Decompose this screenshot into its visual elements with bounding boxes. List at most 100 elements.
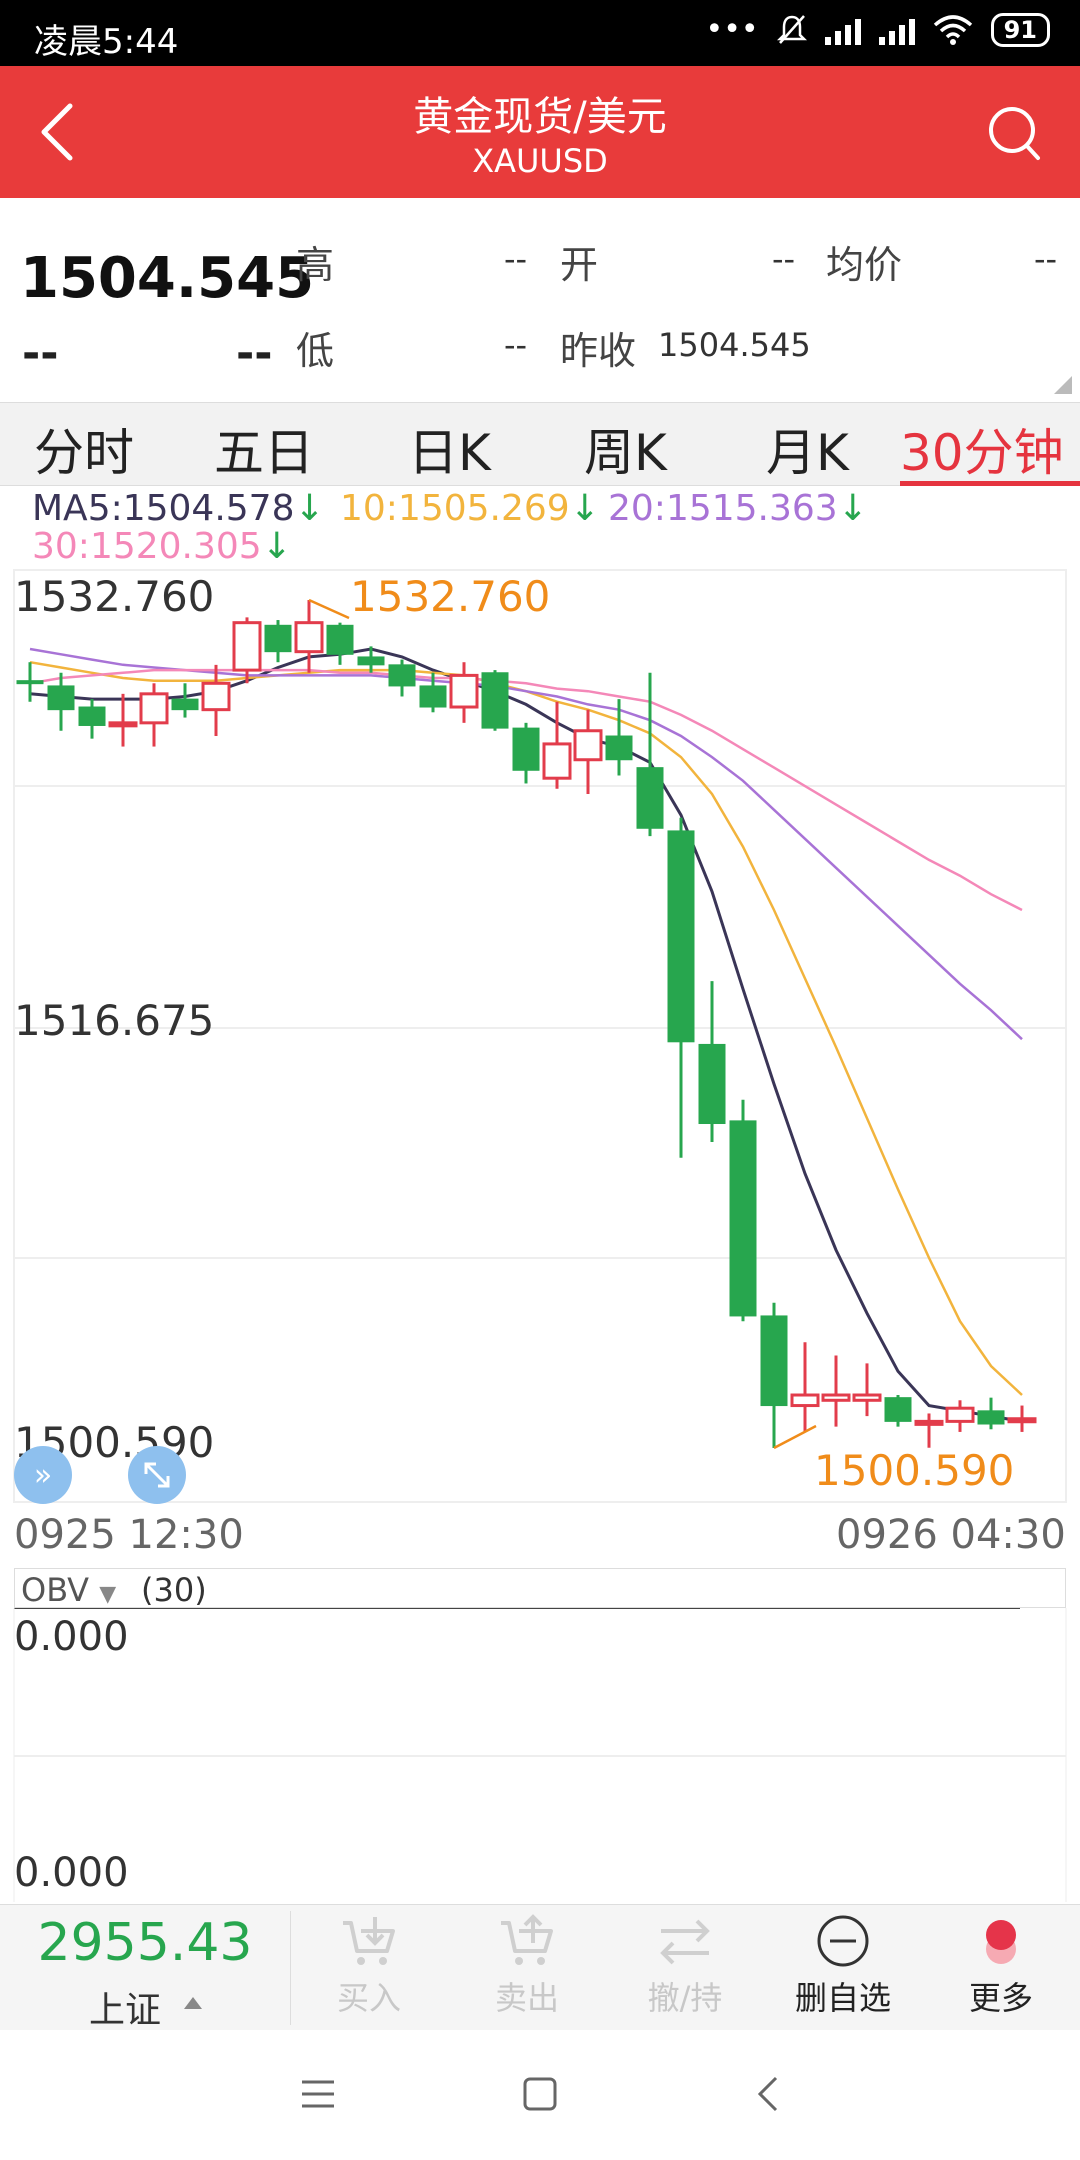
high-label: 高	[296, 243, 335, 287]
app-header: 黄金现货/美元 XAUUSD	[0, 66, 1080, 198]
more-button[interactable]: 更多	[926, 1913, 1076, 2029]
candle-body	[294, 621, 324, 654]
indicator-dropdown[interactable]: OBV ▼	[21, 1571, 116, 1609]
candle-body	[667, 830, 695, 1043]
open-value: --	[772, 240, 796, 278]
page-title: 黄金现货/美元	[413, 94, 667, 140]
more-dots-icon: •••	[705, 12, 759, 47]
remove-watchlist-button[interactable]: 删自选	[768, 1913, 918, 2029]
low-value: --	[504, 326, 528, 364]
candle-body	[698, 1043, 726, 1125]
tab-five-day[interactable]: 五日	[214, 413, 314, 485]
tab-month-k[interactable]: 月K	[766, 413, 849, 485]
candle-body	[388, 664, 416, 687]
avg-label: 均价	[826, 243, 903, 287]
candle-body	[852, 1393, 882, 1402]
candle-body	[449, 673, 479, 709]
candle-body	[1007, 1417, 1037, 1424]
cancel-hold-button[interactable]: 撤/持	[610, 1913, 760, 2029]
menu-icon[interactable]	[298, 2076, 338, 2112]
candle-body	[264, 624, 292, 653]
candle-body	[47, 685, 75, 711]
page-subtitle: XAUUSD	[472, 142, 608, 180]
swap-arrows-icon	[660, 1919, 710, 1965]
buy-button[interactable]: 买入	[294, 1913, 444, 2029]
candle-body	[78, 706, 106, 726]
max-marker-line	[308, 598, 350, 620]
indicator-selector-bar[interactable]: OBV ▼ (30)	[14, 1568, 1066, 1609]
signal-icon	[824, 15, 861, 45]
bottom-toolbar: 2955.43 上证 买入 卖出 撤/持 删自选 更多	[0, 1904, 1080, 2033]
price-change: --	[22, 328, 59, 379]
candle-body	[542, 742, 572, 780]
obv-chart	[13, 1608, 1067, 1902]
candle-body	[760, 1315, 788, 1407]
status-bar: 凌晨5:44 ••• 91	[0, 0, 1080, 66]
sell-button[interactable]: 卖出	[452, 1913, 602, 2029]
cart-down-icon	[343, 1917, 395, 1965]
tab-week-k[interactable]: 周K	[584, 413, 667, 485]
search-icon[interactable]	[986, 104, 1042, 164]
battery-indicator: 91	[990, 12, 1050, 47]
candle-body	[326, 624, 354, 655]
tab-day-k[interactable]: 日K	[408, 413, 491, 485]
fast-forward-icon[interactable]: »	[14, 1446, 72, 1504]
candle-body	[729, 1120, 757, 1317]
minus-circle-icon	[817, 1915, 869, 1967]
signal-icon-2	[878, 15, 915, 45]
caret-up-icon[interactable]	[184, 1997, 202, 2009]
system-nav-bar	[0, 2030, 1080, 2160]
candle-body	[419, 685, 447, 708]
candle-body	[605, 735, 633, 761]
status-time: 凌晨5:44	[34, 22, 179, 62]
index-value[interactable]: 2955.43	[0, 1913, 290, 1973]
mute-bell-icon	[776, 14, 807, 44]
candle-body	[790, 1393, 820, 1408]
candle-body	[512, 727, 540, 771]
period-tabs: 分时 五日 日K 周K 月K 30分钟	[0, 402, 1080, 486]
low-label: 低	[296, 329, 335, 373]
expand-corner-icon[interactable]	[1054, 376, 1072, 394]
obv-y-top: 0.000	[14, 1614, 129, 1660]
candle-body	[945, 1406, 975, 1423]
fullscreen-icon[interactable]	[128, 1446, 186, 1504]
candle-body	[357, 656, 385, 666]
y-tick-label: 1516.675	[14, 996, 215, 1045]
candle-body	[16, 680, 44, 685]
min-marker-line	[773, 1424, 817, 1450]
obv-y-bottom: 0.000	[14, 1850, 129, 1896]
wifi-icon	[933, 14, 972, 45]
x-tick-label: 0925 12:30	[14, 1512, 244, 1558]
candle-body	[232, 621, 262, 672]
last-price: 1504.545	[20, 246, 315, 311]
candle-body	[171, 698, 199, 711]
candle-body	[481, 672, 509, 729]
candle-body	[108, 721, 138, 728]
price-change-pct: --	[236, 328, 273, 379]
candle-body	[636, 767, 664, 829]
candle-body	[914, 1419, 944, 1426]
toolbar-divider	[290, 1911, 291, 2025]
back-nav-icon[interactable]	[750, 2074, 786, 2114]
tab-minute[interactable]: 分时	[34, 413, 134, 485]
tab-30min[interactable]: 30分钟	[900, 413, 1064, 485]
prev-close-label: 昨收	[560, 329, 637, 373]
avg-value: --	[1034, 240, 1058, 278]
home-icon[interactable]	[520, 2074, 560, 2114]
max-price-marker-label: 1532.760	[350, 572, 551, 621]
x-tick-label: 0926 04:30	[836, 1512, 1066, 1558]
candle-body	[977, 1410, 1005, 1425]
candle-body	[821, 1393, 851, 1402]
min-price-marker-label: 1500.590	[814, 1446, 1015, 1495]
high-value: --	[504, 240, 528, 278]
y-tick-label: 1532.760	[14, 572, 215, 621]
indicator-param: (30)	[141, 1571, 207, 1609]
prev-close-value: 1504.545	[658, 326, 811, 364]
cart-up-icon	[501, 1914, 553, 1965]
index-name[interactable]: 上证	[0, 1981, 250, 2033]
triangle-down-icon: ▼	[99, 1582, 117, 1607]
more-dots-icon	[986, 1920, 1016, 1964]
open-label: 开	[560, 243, 599, 287]
quote-summary: 1504.545 -- -- 高 -- 开 -- 均价 -- 低 -- 昨收 1…	[0, 198, 1080, 402]
candle-body	[201, 681, 231, 712]
